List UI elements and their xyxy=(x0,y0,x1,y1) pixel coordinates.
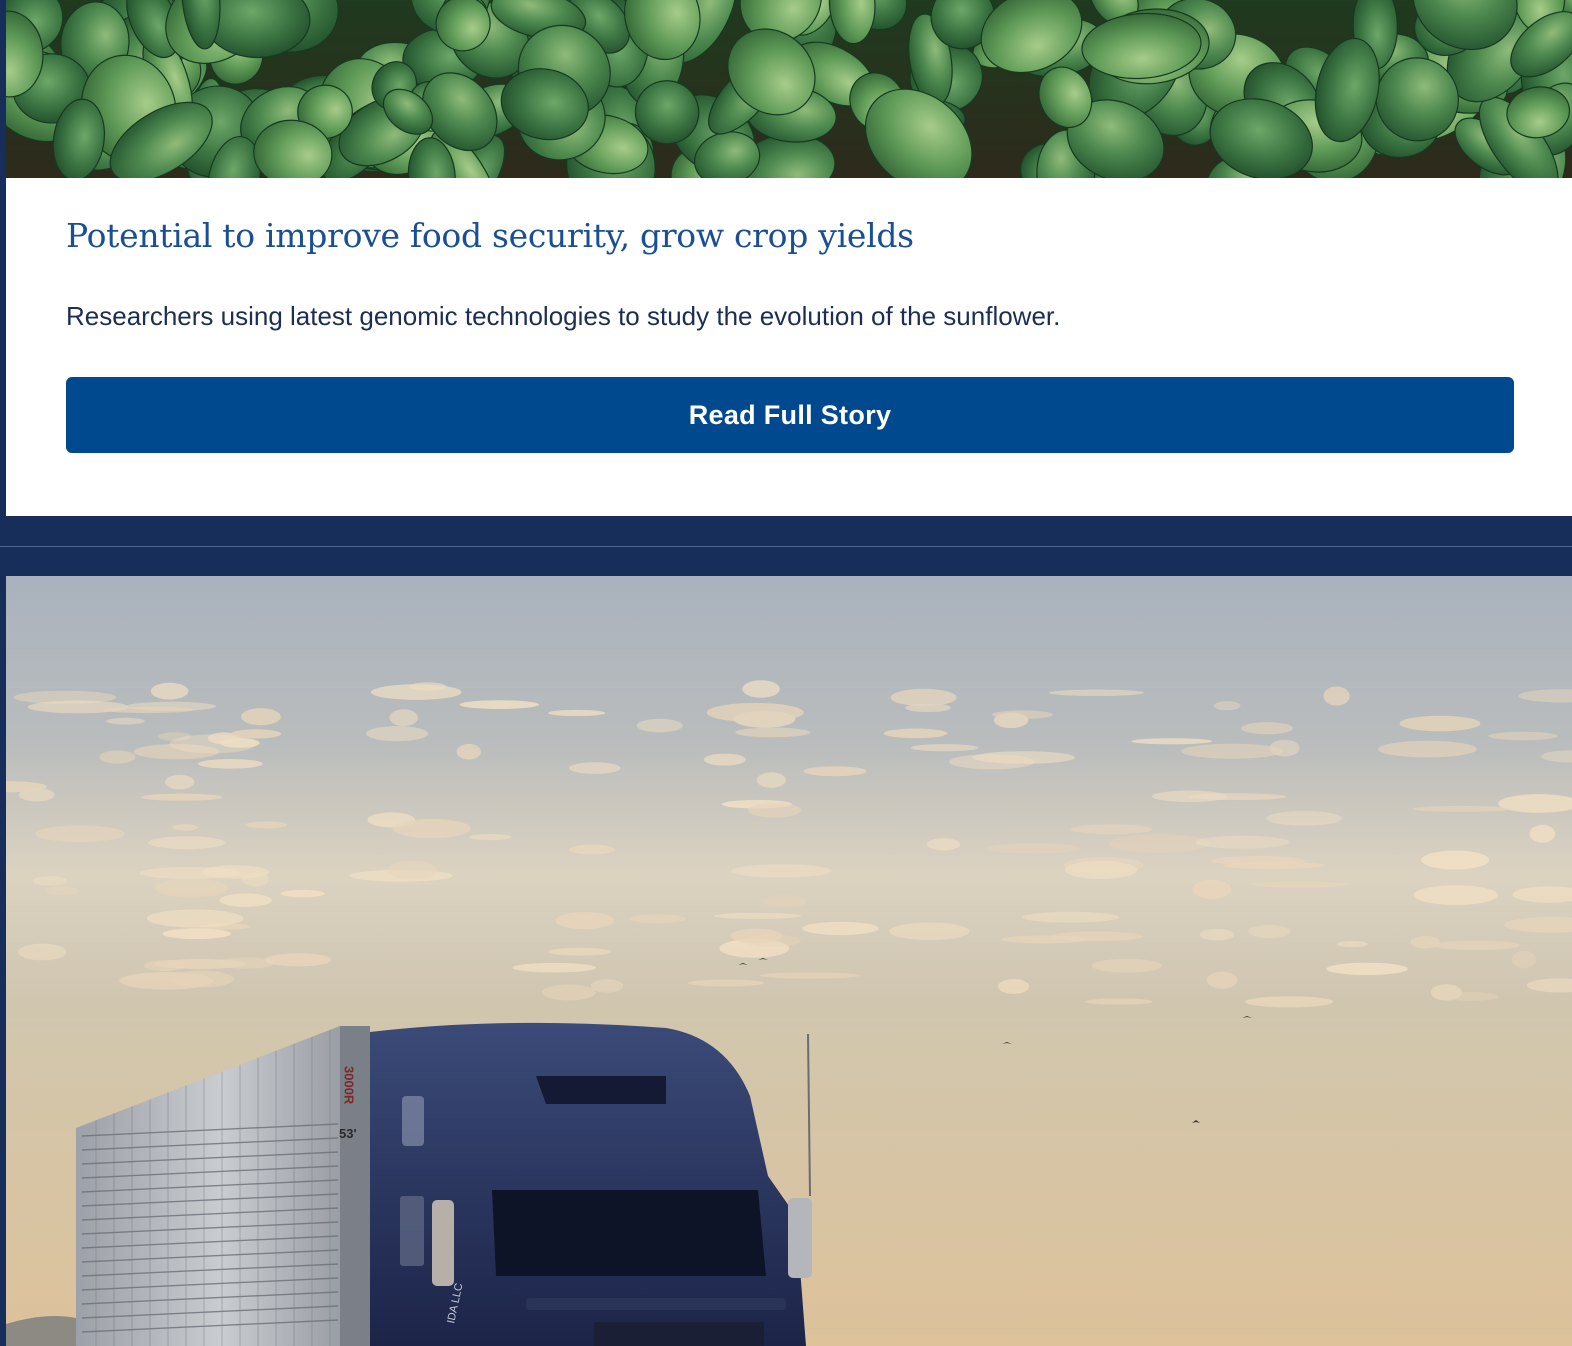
story-summary: Researchers using latest genomic technol… xyxy=(66,301,1061,331)
crop-field-image xyxy=(6,0,1572,178)
truck-sunset-image: 3000R 53' IDA LLC xyxy=(6,576,1572,1346)
story-card: Potential to improve food security, grow… xyxy=(6,0,1572,516)
trailer-number: 3000R xyxy=(342,1066,357,1105)
page: Potential to improve food security, grow… xyxy=(0,0,1572,1346)
story-headline: Potential to improve food security, grow… xyxy=(66,216,914,255)
section-separator xyxy=(0,516,1572,576)
read-full-story-button[interactable]: Read Full Story xyxy=(66,377,1514,453)
story-card-truck: 3000R 53' IDA LLC xyxy=(6,576,1572,1346)
trailer-length: 53' xyxy=(339,1126,357,1141)
story-body: Potential to improve food security, grow… xyxy=(66,178,1514,453)
divider xyxy=(0,546,1572,547)
